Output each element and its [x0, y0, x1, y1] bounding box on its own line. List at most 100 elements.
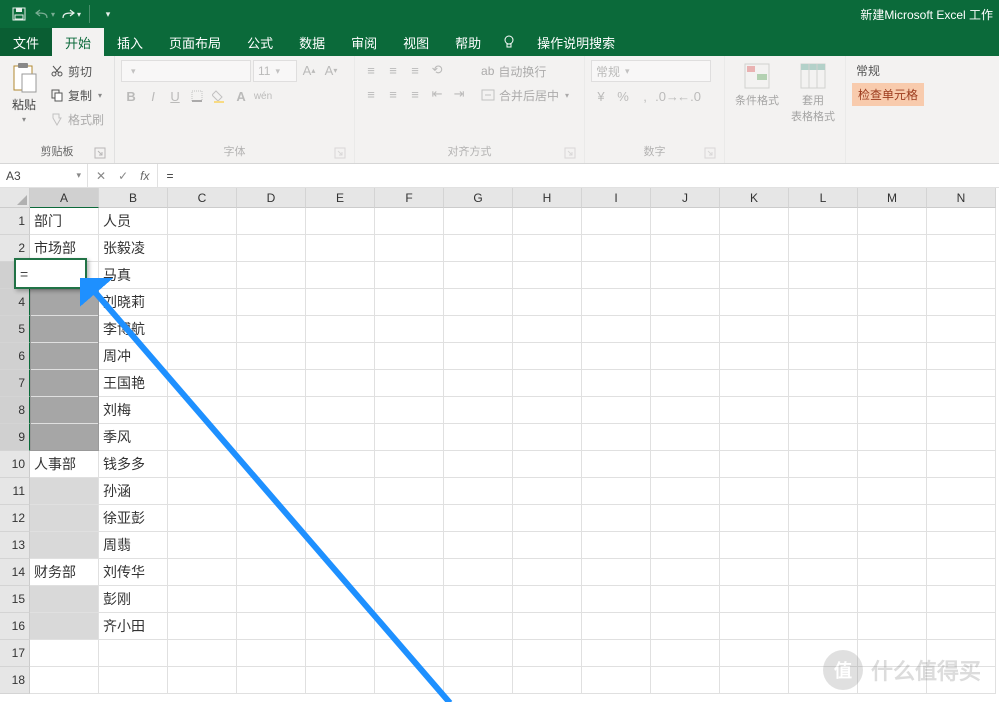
fill-color-button[interactable] [209, 86, 229, 106]
cell-A10[interactable]: 人事部 [30, 451, 99, 478]
dialog-launcher-icon[interactable] [334, 147, 346, 159]
cell-E3[interactable] [306, 262, 375, 289]
cell-C12[interactable] [168, 505, 237, 532]
cell-C5[interactable] [168, 316, 237, 343]
cell-I8[interactable] [582, 397, 651, 424]
cell-G13[interactable] [444, 532, 513, 559]
cell-E2[interactable] [306, 235, 375, 262]
cell-G4[interactable] [444, 289, 513, 316]
cell-I17[interactable] [582, 640, 651, 667]
cell-E13[interactable] [306, 532, 375, 559]
tab-file[interactable]: 文件 [0, 28, 52, 56]
row-header-6[interactable]: 6 [0, 343, 30, 370]
cell-L9[interactable] [789, 424, 858, 451]
cell-N13[interactable] [927, 532, 996, 559]
redo-icon[interactable]: ▾ [60, 3, 82, 25]
cell-A6[interactable] [30, 343, 99, 370]
cell-B14[interactable]: 刘传华 [99, 559, 168, 586]
cell-B8[interactable]: 刘梅 [99, 397, 168, 424]
align-center-icon[interactable]: ≡ [383, 84, 403, 104]
column-header-B[interactable]: B [99, 188, 168, 208]
cell-style-normal[interactable]: 常规 [852, 60, 884, 81]
cell-M7[interactable] [858, 370, 927, 397]
cell-L10[interactable] [789, 451, 858, 478]
cell-K17[interactable] [720, 640, 789, 667]
dialog-launcher-icon[interactable] [564, 147, 576, 159]
font-color-button[interactable]: A [231, 86, 251, 106]
row-header-5[interactable]: 5 [0, 316, 30, 343]
cell-D9[interactable] [237, 424, 306, 451]
cell-A9[interactable] [30, 424, 99, 451]
decrease-decimal-icon[interactable]: ←.0 [679, 86, 699, 106]
lightbulb-icon[interactable] [494, 28, 524, 56]
cell-G14[interactable] [444, 559, 513, 586]
cell-J14[interactable] [651, 559, 720, 586]
row-header-1[interactable]: 1 [0, 208, 30, 235]
cell-G16[interactable] [444, 613, 513, 640]
cell-B13[interactable]: 周翡 [99, 532, 168, 559]
cell-L5[interactable] [789, 316, 858, 343]
cell-N4[interactable] [927, 289, 996, 316]
cell-J16[interactable] [651, 613, 720, 640]
cell-I18[interactable] [582, 667, 651, 694]
cell-C2[interactable] [168, 235, 237, 262]
cell-D12[interactable] [237, 505, 306, 532]
format-painter-button[interactable]: 格式刷 [46, 108, 108, 130]
cell-N9[interactable] [927, 424, 996, 451]
cell-C9[interactable] [168, 424, 237, 451]
cell-M8[interactable] [858, 397, 927, 424]
cell-C1[interactable] [168, 208, 237, 235]
cell-K18[interactable] [720, 667, 789, 694]
copy-button[interactable]: 复制▾ [46, 84, 108, 106]
increase-indent-icon[interactable]: ⇥ [449, 84, 469, 104]
cell-F3[interactable] [375, 262, 444, 289]
tab-help[interactable]: 帮助 [442, 28, 494, 56]
cell-N12[interactable] [927, 505, 996, 532]
cell-B2[interactable]: 张毅凌 [99, 235, 168, 262]
decrease-indent-icon[interactable]: ⇤ [427, 84, 447, 104]
cell-E1[interactable] [306, 208, 375, 235]
cell-H14[interactable] [513, 559, 582, 586]
cell-L16[interactable] [789, 613, 858, 640]
cell-J13[interactable] [651, 532, 720, 559]
cell-I16[interactable] [582, 613, 651, 640]
cell-F10[interactable] [375, 451, 444, 478]
cell-N6[interactable] [927, 343, 996, 370]
cell-N11[interactable] [927, 478, 996, 505]
column-header-D[interactable]: D [237, 188, 306, 208]
cell-L2[interactable] [789, 235, 858, 262]
cell-C18[interactable] [168, 667, 237, 694]
cell-E18[interactable] [306, 667, 375, 694]
cell-F14[interactable] [375, 559, 444, 586]
cell-E10[interactable] [306, 451, 375, 478]
cell-F18[interactable] [375, 667, 444, 694]
column-header-L[interactable]: L [789, 188, 858, 208]
cell-J15[interactable] [651, 586, 720, 613]
cell-N10[interactable] [927, 451, 996, 478]
column-header-M[interactable]: M [858, 188, 927, 208]
cell-D11[interactable] [237, 478, 306, 505]
cell-H3[interactable] [513, 262, 582, 289]
cell-J1[interactable] [651, 208, 720, 235]
row-header-16[interactable]: 16 [0, 613, 30, 640]
cell-H15[interactable] [513, 586, 582, 613]
cell-K4[interactable] [720, 289, 789, 316]
format-table-button[interactable]: 套用 表格格式 [787, 60, 839, 126]
cell-L7[interactable] [789, 370, 858, 397]
cell-K2[interactable] [720, 235, 789, 262]
cell-G1[interactable] [444, 208, 513, 235]
cell-M10[interactable] [858, 451, 927, 478]
cell-F1[interactable] [375, 208, 444, 235]
column-header-G[interactable]: G [444, 188, 513, 208]
cell-J2[interactable] [651, 235, 720, 262]
cell-K13[interactable] [720, 532, 789, 559]
cell-C3[interactable] [168, 262, 237, 289]
cell-E11[interactable] [306, 478, 375, 505]
cell-G17[interactable] [444, 640, 513, 667]
cell-I6[interactable] [582, 343, 651, 370]
cell-H5[interactable] [513, 316, 582, 343]
column-header-I[interactable]: I [582, 188, 651, 208]
cell-K6[interactable] [720, 343, 789, 370]
column-header-F[interactable]: F [375, 188, 444, 208]
tab-data[interactable]: 数据 [286, 28, 338, 56]
